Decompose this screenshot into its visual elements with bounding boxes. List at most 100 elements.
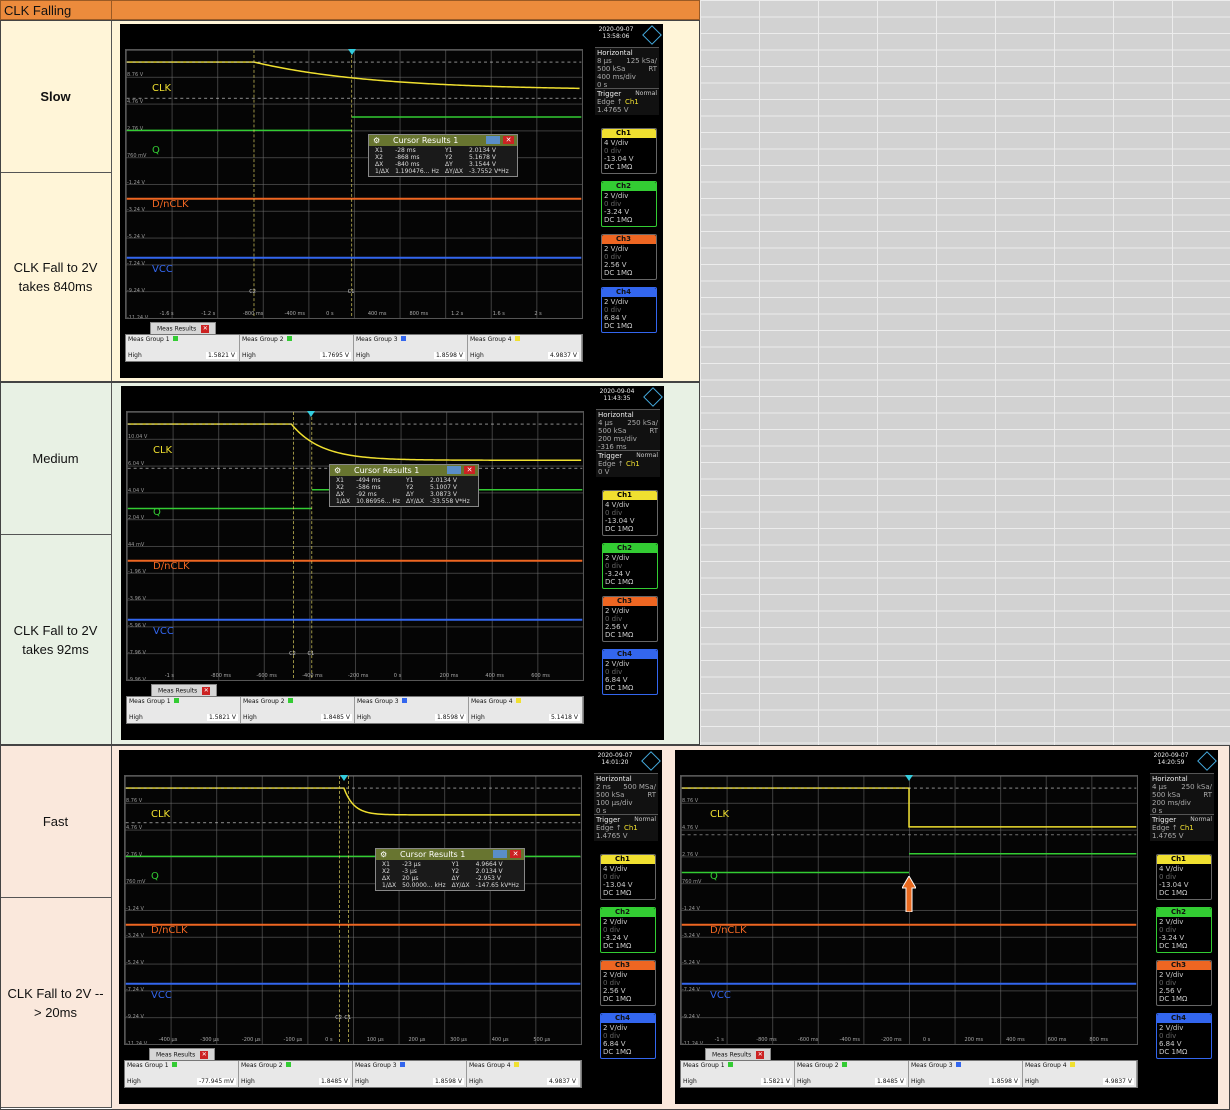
meas-group-1[interactable]: Meas Group 1 High 1.5821 V (681, 1061, 795, 1087)
channel-label-dnclk: D/nCLK (152, 199, 189, 210)
meas-group-2[interactable]: Meas Group 2 High 1.8485 V (795, 1061, 909, 1087)
cursor-label-c1: C2 (335, 1015, 342, 1021)
meas-results-tab[interactable]: Meas Results ✕ (150, 322, 217, 334)
channel-label-clk: CLK (151, 808, 171, 820)
channel-box-ch1[interactable]: Ch1 4 V/div 0 div -13.04 V DC 1MΩ (1156, 854, 1212, 900)
gear-icon[interactable]: ⚙ (380, 849, 387, 860)
channel-box-ch1[interactable]: Ch1 4 V/div 0 div -13.04 V DC 1MΩ (602, 490, 658, 536)
meas-value: 1.5821 V (760, 1078, 792, 1085)
level-label: -5.96 V (128, 623, 146, 629)
close-icon[interactable]: ✕ (200, 1051, 209, 1059)
meas-group-3[interactable]: Meas Group 3 High 1.8598 V (909, 1061, 1023, 1087)
gear-icon[interactable]: ⚙ (373, 135, 380, 146)
channel-box-ch4[interactable]: Ch4 2 V/div 0 div 6.84 V DC 1MΩ (601, 287, 657, 333)
close-icon[interactable]: ✕ (503, 136, 514, 144)
meas-value: 1.8485 V (874, 1078, 906, 1085)
trigger-marker[interactable] (307, 411, 316, 417)
level-label: -1.24 V (126, 906, 144, 912)
minimize-icon[interactable] (447, 466, 461, 474)
meas-group-2[interactable]: Meas Group 2 High 1.8485 V (241, 697, 355, 723)
trigger-marker[interactable] (905, 775, 913, 781)
meas-group-1[interactable]: Meas Group 1 High 1.5821 V (126, 335, 240, 361)
cursor-results-panel[interactable]: ⚙ Cursor Results 1 ✕ X1 -28 ms Y1 2.0134 V X2 -8… (368, 134, 518, 177)
level-label: -3.24 V (682, 933, 700, 939)
channel-box-ch1[interactable]: Ch1 4 V/div 0 div -13.04 V DC 1MΩ (601, 128, 657, 174)
level-label: -11.24 V (127, 315, 149, 319)
timestamp: 2020-09-07 14:20:59 (1153, 752, 1189, 766)
channel-box-ch3[interactable]: Ch3 2 V/div 0 div 2.56 V DC 1MΩ (600, 960, 656, 1006)
waveform-area[interactable]: 8.76 V 4.76 V 2.76 V 760 mV -1.24 V -3.24 V -5… (125, 49, 583, 319)
up-arrow-annotation (901, 874, 917, 912)
minimize-icon[interactable] (493, 850, 507, 858)
channel-box-ch2[interactable]: Ch2 2 V/div 0 div -3.24 V DC 1MΩ (1156, 907, 1212, 953)
trigger-settings[interactable]: Trigger Normal Edge ↑ Ch1 1.4765 V (595, 88, 659, 115)
time-tick: 200 ms (439, 673, 459, 679)
channel-box-ch2[interactable]: Ch2 2 V/div 0 div -3.24 V DC 1MΩ (601, 181, 657, 227)
channel-box-ch2[interactable]: Ch2 2 V/div 0 div -3.24 V DC 1MΩ (602, 543, 658, 589)
meas-group-4[interactable]: Meas Group 4 High 4.9837 V (468, 335, 582, 361)
meas-group-3[interactable]: Meas Group 3 High 1.8598 V (355, 697, 469, 723)
channel-box-ch3[interactable]: Ch3 2 V/div 0 div 2.56 V DC 1MΩ (1156, 960, 1212, 1006)
channel-box-ch4[interactable]: Ch4 2 V/div 0 div 6.84 V DC 1MΩ (1156, 1013, 1212, 1059)
channel-box-ch3[interactable]: Ch3 2 V/div 0 div 2.56 V DC 1MΩ (601, 234, 657, 280)
waveform-area[interactable]: 10.04 V 6.04 V 4.04 V 2.04 V 44 mV -1.96 V -3.… (126, 411, 584, 681)
level-label: 760 mV (126, 879, 146, 885)
channel-label-clk: CLK (710, 808, 730, 820)
meas-group-4[interactable]: Meas Group 4 High 4.9837 V (1023, 1061, 1137, 1087)
timestamp: 2020-09-04 11:43:35 (599, 388, 635, 402)
channel-box-ch3[interactable]: Ch3 2 V/div 0 div 2.56 V DC 1MΩ (602, 596, 658, 642)
meas-group-4[interactable]: Meas Group 4 High 5.1418 V (469, 697, 583, 723)
channel-box-ch4[interactable]: Ch4 2 V/div 0 div 6.84 V DC 1MΩ (602, 649, 658, 695)
meas-group-2[interactable]: Meas Group 2 High 1.7695 V (240, 335, 354, 361)
channel-label-dnclk: D/nCLK (151, 925, 188, 936)
close-icon[interactable]: ✕ (464, 466, 475, 474)
horizontal-settings[interactable]: Horizontal 4 µs 250 kSa/500 kSa RT 200 ms/di… (1150, 773, 1214, 816)
horizontal-settings[interactable]: Horizontal 8 µs 125 kSa/500 kSa RT 400 ms/di… (595, 47, 659, 90)
channel-label-vcc: VCC (153, 625, 174, 637)
gear-icon[interactable]: ⚙ (334, 465, 341, 476)
time-tick: 800 ms (1089, 1037, 1108, 1043)
horizontal-settings[interactable]: Horizontal 2 ns 500 MSa/500 kSa RT 100 µs/di… (594, 773, 658, 816)
level-label: -7.24 V (127, 261, 145, 267)
meas-results-tab[interactable]: Meas Results ✕ (149, 1048, 216, 1060)
close-icon[interactable]: ✕ (202, 687, 211, 695)
trigger-marker[interactable] (339, 775, 348, 781)
meas-group-1[interactable]: Meas Group 1 High -77.945 mV (125, 1061, 239, 1087)
meas-value: 1.8598 V (432, 1078, 464, 1085)
meas-group-3[interactable]: Meas Group 3 High 1.8598 V (353, 1061, 467, 1087)
channel-box-ch2[interactable]: Ch2 2 V/div 0 div -3.24 V DC 1MΩ (600, 907, 656, 953)
meas-results-tab[interactable]: Meas Results ✕ (151, 684, 218, 696)
scope-screenshot-slow: 8.76 V 4.76 V 2.76 V 760 mV -1.24 V -3.24 V -5… (120, 24, 663, 378)
meas-value: -77.945 mV (196, 1078, 236, 1085)
level-label: -7.24 V (126, 987, 144, 993)
meas-group-3[interactable]: Meas Group 3 High 1.8598 V (354, 335, 468, 361)
cursor-results-panel[interactable]: ⚙ Cursor Results 1 ✕ X1 -23 µs Y1 4.9664 V X2 -3… (375, 848, 525, 891)
close-icon[interactable]: ✕ (510, 850, 521, 858)
level-label: 6.04 V (128, 461, 145, 467)
meas-group-4[interactable]: Meas Group 4 High 4.9837 V (467, 1061, 581, 1087)
horizontal-settings[interactable]: Horizontal 4 µs 250 kSa/500 kSa RT 200 ms/di… (596, 409, 660, 452)
time-tick: -1.2 s (201, 311, 216, 317)
minimize-icon[interactable] (486, 136, 500, 144)
channel-box-ch4[interactable]: Ch4 2 V/div 0 div 6.84 V DC 1MΩ (600, 1013, 656, 1059)
meas-group-2[interactable]: Meas Group 2 High 1.8485 V (239, 1061, 353, 1087)
trigger-settings[interactable]: Trigger Normal Edge ↑ Ch1 1.4765 V (1150, 814, 1214, 841)
channel-box-ch1[interactable]: Ch1 4 V/div 0 div -13.04 V DC 1MΩ (600, 854, 656, 900)
trigger-settings[interactable]: Trigger Normal Edge ↑ Ch1 0 V (596, 450, 660, 477)
time-tick: 100 µs (366, 1037, 384, 1043)
waveform-area[interactable]: 8.76 V 4.76 V 2.76 V 760 mV -1.24 V -3.24 V -5… (124, 775, 582, 1045)
meas-group-1[interactable]: Meas Group 1 High 1.5821 V (127, 697, 241, 723)
trigger-marker[interactable] (347, 49, 356, 55)
level-label: 8.76 V (682, 798, 699, 804)
time-tick: 2 s (534, 311, 542, 317)
scope-side-panel: 2020-09-04 11:43:35 Horizontal 4 µs 250 kSa/… (592, 386, 663, 740)
cursor-results-panel[interactable]: ⚙ Cursor Results 1 ✕ X1 -494 ms Y1 2.0134 V X2-… (329, 464, 479, 507)
trigger-settings[interactable]: Trigger Normal Edge ↑ Ch1 1.4765 V (594, 814, 658, 841)
close-icon[interactable]: ✕ (756, 1051, 765, 1059)
meas-results-tab[interactable]: Meas Results ✕ (705, 1048, 772, 1060)
cursor-values: X1 -23 µs Y1 4.9664 V X2 -3 µs Y2 2.0134 V ΔX 20 … (379, 861, 522, 889)
close-icon[interactable]: ✕ (201, 325, 210, 333)
q-trace (681, 852, 1137, 874)
level-label: 760 mV (127, 153, 147, 159)
cursor-row: 1/ΔX 50.0000... kHz ΔY/ΔX -147.65 kV*Hz (382, 882, 519, 889)
